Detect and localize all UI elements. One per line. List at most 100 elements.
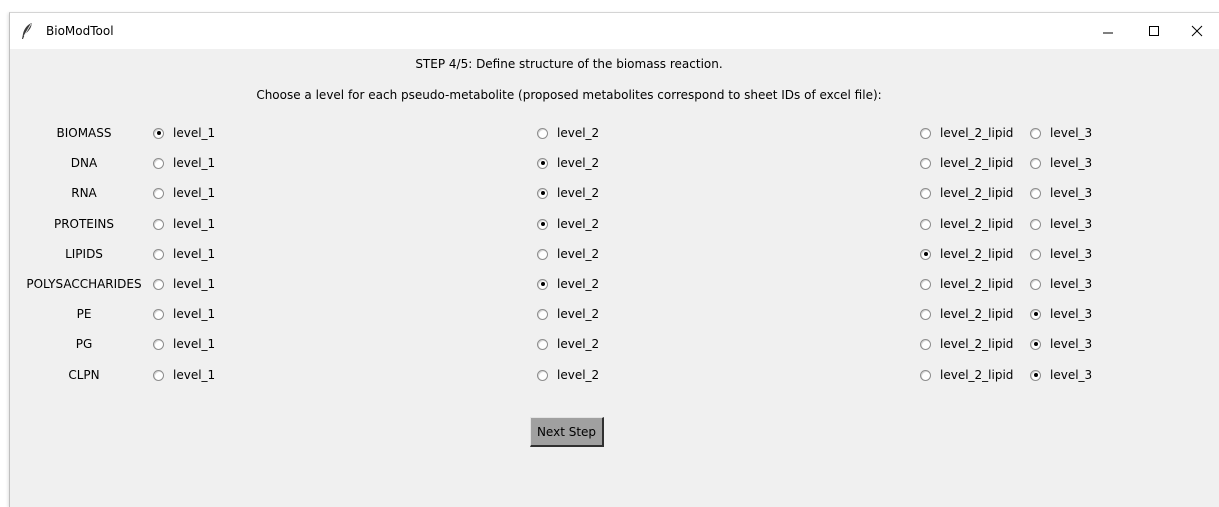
radio-level-3[interactable]: level_3 (1030, 214, 1092, 234)
radio-level-1[interactable]: level_1 (153, 183, 215, 203)
radio-circle-icon[interactable] (537, 308, 548, 320)
minimize-button[interactable] (1085, 13, 1131, 49)
radio-circle-icon[interactable] (1030, 338, 1041, 350)
radio-circle-icon[interactable] (1030, 157, 1041, 169)
radio-level-2[interactable]: level_2 (537, 183, 599, 203)
radio-level-3[interactable]: level_3 (1030, 365, 1092, 385)
radio-circle-icon[interactable] (153, 278, 164, 290)
radio-circle-icon[interactable] (537, 127, 548, 139)
close-button[interactable] (1174, 13, 1219, 49)
radio-circle-icon[interactable] (1030, 278, 1041, 290)
radio-level-2-lipid[interactable]: level_2_lipid (920, 153, 1013, 173)
radio-level-2-lipid[interactable]: level_2_lipid (920, 214, 1013, 234)
radio-level-3[interactable]: level_3 (1030, 123, 1092, 143)
radio-level-2[interactable]: level_2 (537, 365, 599, 385)
radio-level-3[interactable]: level_3 (1030, 153, 1092, 173)
radio-level-2[interactable]: level_2 (537, 274, 599, 294)
radio-label: level_1 (173, 156, 216, 170)
radio-circle-icon[interactable] (153, 157, 164, 169)
radio-level-2[interactable]: level_2 (537, 244, 599, 264)
radio-label: level_2_lipid (940, 186, 1014, 200)
radio-circle-icon[interactable] (1030, 369, 1041, 381)
radio-level-2-lipid[interactable]: level_2_lipid (920, 334, 1013, 354)
radio-level-2[interactable]: level_2 (537, 214, 599, 234)
radio-level-3[interactable]: level_3 (1030, 304, 1092, 324)
radio-label: level_2 (557, 126, 600, 140)
radio-label: level_2_lipid (940, 368, 1014, 382)
radio-circle-icon[interactable] (1030, 308, 1041, 320)
radio-circle-icon[interactable] (537, 278, 548, 290)
radio-level-2[interactable]: level_2 (537, 153, 599, 173)
minimize-icon (1103, 32, 1113, 34)
radio-circle-icon[interactable] (920, 218, 931, 230)
radio-label: level_3 (1050, 186, 1093, 200)
radio-circle-icon[interactable] (920, 248, 931, 260)
radio-label: level_1 (173, 368, 216, 382)
radio-circle-icon[interactable] (537, 157, 548, 169)
radio-level-2-lipid[interactable]: level_2_lipid (920, 123, 1013, 143)
title-bar[interactable]: BioModTool (10, 13, 1219, 49)
radio-level-1[interactable]: level_1 (153, 274, 215, 294)
radio-circle-icon[interactable] (537, 248, 548, 260)
metabolite-label: LIPIDS (65, 247, 103, 261)
radio-circle-icon[interactable] (153, 338, 164, 350)
radio-level-3[interactable]: level_3 (1030, 244, 1092, 264)
radio-level-2-lipid[interactable]: level_2_lipid (920, 183, 1013, 203)
radio-label: level_3 (1050, 368, 1093, 382)
radio-level-1[interactable]: level_1 (153, 244, 215, 264)
metabolite-row: RNA level_1 level_2 level_2_lipid level_3 (10, 183, 1219, 203)
maximize-button[interactable] (1131, 13, 1177, 49)
radio-level-1[interactable]: level_1 (153, 153, 215, 173)
metabolite-label: DNA (70, 156, 98, 170)
radio-level-1[interactable]: level_1 (153, 365, 215, 385)
radio-circle-icon[interactable] (153, 127, 164, 139)
radio-circle-icon[interactable] (1030, 218, 1041, 230)
radio-level-1[interactable]: level_1 (153, 304, 215, 324)
radio-circle-icon[interactable] (537, 187, 548, 199)
radio-circle-icon[interactable] (153, 187, 164, 199)
radio-level-2[interactable]: level_2 (537, 334, 599, 354)
radio-circle-icon[interactable] (537, 369, 548, 381)
radio-circle-icon[interactable] (920, 278, 931, 290)
radio-circle-icon[interactable] (537, 218, 548, 230)
radio-circle-icon[interactable] (1030, 248, 1041, 260)
step-heading: STEP 4/5: Define structure of the biomas… (415, 57, 723, 71)
radio-circle-icon[interactable] (920, 308, 931, 320)
radio-level-2-lipid[interactable]: level_2_lipid (920, 274, 1013, 294)
radio-level-2[interactable]: level_2 (537, 123, 599, 143)
radio-circle-icon[interactable] (920, 127, 931, 139)
metabolite-row: PROTEINS level_1 level_2 level_2_lipid level… (10, 214, 1219, 234)
radio-circle-icon[interactable] (153, 218, 164, 230)
radio-circle-icon[interactable] (537, 338, 548, 350)
radio-label: level_2_lipid (940, 247, 1014, 261)
radio-circle-icon[interactable] (920, 338, 931, 350)
radio-circle-icon[interactable] (153, 308, 164, 320)
radio-circle-icon[interactable] (920, 187, 931, 199)
radio-level-2-lipid[interactable]: level_2_lipid (920, 304, 1013, 324)
radio-level-1[interactable]: level_1 (153, 123, 215, 143)
radio-label: level_3 (1050, 217, 1093, 231)
radio-level-3[interactable]: level_3 (1030, 274, 1092, 294)
radio-label: level_2 (557, 217, 600, 231)
radio-level-2-lipid[interactable]: level_2_lipid (920, 365, 1013, 385)
radio-level-3[interactable]: level_3 (1030, 183, 1092, 203)
radio-label: level_2 (557, 277, 600, 291)
next-step-button[interactable]: Next Step (530, 417, 604, 447)
radio-circle-icon[interactable] (1030, 187, 1041, 199)
radio-label: level_2 (557, 368, 600, 382)
radio-level-3[interactable]: level_3 (1030, 334, 1092, 354)
radio-level-1[interactable]: level_1 (153, 334, 215, 354)
radio-level-2-lipid[interactable]: level_2_lipid (920, 244, 1013, 264)
radio-circle-icon[interactable] (1030, 127, 1041, 139)
radio-circle-icon[interactable] (920, 369, 931, 381)
radio-label: level_2 (557, 156, 600, 170)
radio-level-1[interactable]: level_1 (153, 214, 215, 234)
radio-label: level_1 (173, 307, 216, 321)
radio-level-2[interactable]: level_2 (537, 304, 599, 324)
radio-label: level_1 (173, 186, 216, 200)
radio-circle-icon[interactable] (153, 248, 164, 260)
radio-circle-icon[interactable] (920, 157, 931, 169)
metabolite-label: PE (76, 307, 92, 321)
radio-circle-icon[interactable] (153, 369, 164, 381)
radio-label: level_3 (1050, 337, 1093, 351)
